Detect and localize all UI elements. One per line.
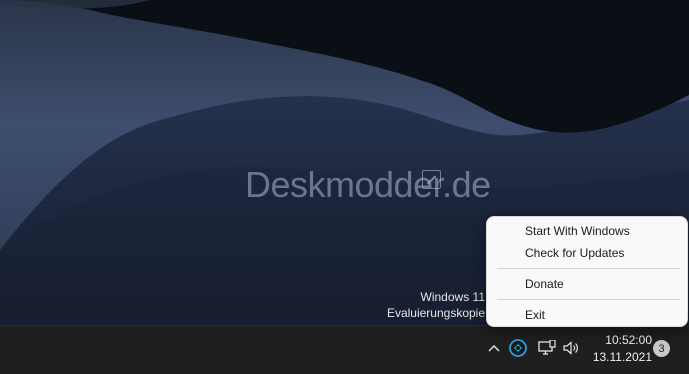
menu-separator [497,299,680,300]
chevron-up-icon[interactable] [486,340,502,356]
evaluation-copy-label: Evaluierungskopie [386,306,485,320]
menu-item-check-for-updates[interactable]: Check for Updates [525,246,624,260]
watermark-pencil-icon [422,170,441,189]
menu-separator [497,268,680,269]
notification-count-badge[interactable]: 3 [653,340,670,357]
clock-time: 10:52:00 [605,333,652,347]
menu-item-start-with-windows[interactable]: Start With Windows [525,224,630,238]
menu-item-exit[interactable]: Exit [525,308,545,322]
volume-icon[interactable] [562,340,580,356]
app-tray-icon[interactable] [508,338,528,358]
clock-date: 13.11.2021 [592,350,652,364]
network-icon[interactable] [537,339,557,357]
tray-context-menu: Start With Windows Check for Updates Don… [486,216,688,327]
menu-item-donate[interactable]: Donate [525,277,564,291]
windows-version-label: Windows 11 [420,290,485,304]
watermark-text: Deskmodder.de [245,164,491,205]
taskbar-clock[interactable]: 10:52:00 13.11.2021 [586,332,652,366]
